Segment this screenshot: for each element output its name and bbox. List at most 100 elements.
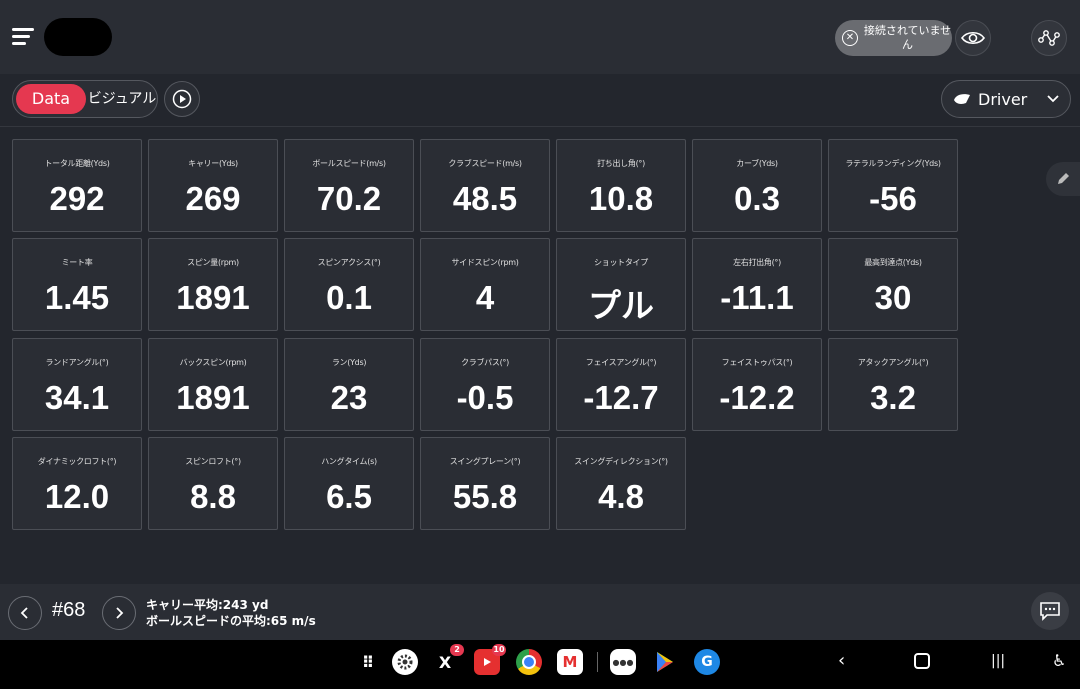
recents-nav-icon[interactable]: |||	[991, 653, 1005, 669]
metric-label: フェイストゥパス(°)	[721, 358, 793, 367]
ball-speed-average: ボールスピードの平均:65 m/s	[146, 614, 316, 628]
trajectory-icon	[1038, 30, 1060, 46]
metric-value: 8.8	[190, 478, 236, 515]
metric-value: 6.5	[326, 478, 372, 515]
metric-card[interactable]: スイングディレクション(°) 4.8	[556, 437, 686, 530]
metric-card[interactable]: ダイナミックロフト(°) 12.0	[12, 437, 142, 530]
metric-label: ラテラルランディング(Yds)	[845, 159, 941, 168]
visual-tab[interactable]: ビジュアル	[87, 81, 157, 117]
metric-value: 3.2	[870, 379, 916, 416]
home-nav-icon[interactable]	[914, 653, 930, 669]
metric-label: ダイナミックロフト(°)	[37, 457, 117, 466]
system-bar: ⠿ X2 10 M ●●● G ‹ ||| ♿	[0, 640, 1080, 689]
chevron-down-icon	[1047, 95, 1059, 103]
metric-card[interactable]: スピンアクシス(°) 0.1	[284, 238, 414, 331]
trajectory-button[interactable]	[1031, 20, 1067, 56]
metric-card[interactable]: ラテラルランディング(Yds) -56	[828, 139, 958, 232]
metric-card[interactable]: 最高到達点(Yds) 30	[828, 238, 958, 331]
metric-value: 0.1	[326, 279, 372, 316]
metric-value: 55.8	[452, 478, 518, 515]
metric-card[interactable]: スピンロフト(°) 8.8	[148, 437, 278, 530]
metric-card[interactable]: キャリー(Yds) 269	[148, 139, 278, 232]
metric-card[interactable]: 左右打出角(°) -11.1	[692, 238, 822, 331]
golf-app-icon[interactable]: ●●●	[610, 649, 636, 675]
next-shot-button[interactable]	[102, 596, 136, 630]
x-badge: 2	[450, 644, 464, 656]
metric-card[interactable]: ミート率 1.45	[12, 238, 142, 331]
metric-card[interactable]: 打ち出し角(°) 10.8	[556, 139, 686, 232]
metric-card[interactable]: サイドスピン(rpm) 4	[420, 238, 550, 331]
metric-value: 4.8	[598, 478, 644, 515]
divider	[597, 652, 598, 672]
metric-card[interactable]: クラブパス(°) -0.5	[420, 338, 550, 431]
settings-app-icon[interactable]	[392, 649, 418, 675]
x-app-icon[interactable]: X2	[432, 644, 464, 675]
metric-card[interactable]: ハングタイム(s) 6.5	[284, 437, 414, 530]
metric-label: フェイスアングル(°)	[585, 358, 657, 367]
metric-card[interactable]: バックスピン(rpm) 1891	[148, 338, 278, 431]
accessibility-icon[interactable]: ♿	[1052, 651, 1066, 670]
browser-app-icon[interactable]: G	[694, 649, 720, 675]
chrome-app-icon[interactable]	[516, 649, 542, 675]
metric-value: -12.7	[583, 379, 659, 416]
metric-label: スピンアクシス(°)	[317, 258, 381, 267]
metric-value: 269	[185, 180, 241, 217]
metric-value: 70.2	[316, 180, 382, 217]
chevron-right-icon	[116, 607, 124, 619]
close-circle-icon: ✕	[842, 30, 858, 46]
metric-label: ショットタイプ	[594, 258, 648, 267]
back-nav-icon[interactable]: ‹	[838, 650, 845, 671]
metric-card[interactable]: カーブ(Yds) 0.3	[692, 139, 822, 232]
play-store-icon[interactable]	[652, 649, 678, 675]
averages: キャリー平均:243 yd ボールスピードの平均:65 m/s	[146, 597, 316, 629]
metric-label: スイングディレクション(°)	[574, 457, 668, 466]
metric-label: クラブパス(°)	[461, 358, 509, 367]
metric-value: 292	[49, 180, 105, 217]
avatar[interactable]	[44, 18, 112, 56]
menu-icon[interactable]	[12, 28, 38, 48]
pencil-icon	[1058, 173, 1069, 184]
club-icon	[954, 94, 970, 104]
metric-value: 10.8	[588, 180, 654, 217]
metric-card[interactable]: ボールスピード(m/s) 70.2	[284, 139, 414, 232]
play-button[interactable]	[164, 81, 200, 117]
gmail-app-icon[interactable]: M	[557, 649, 583, 675]
metric-card[interactable]: ランドアングル(°) 34.1	[12, 338, 142, 431]
metric-card[interactable]: ラン(Yds) 23	[284, 338, 414, 431]
metric-label: 最高到達点(Yds)	[864, 258, 922, 267]
metric-label: ミート率	[61, 258, 93, 267]
metric-label: スピン量(rpm)	[187, 258, 239, 267]
club-label: Driver	[978, 89, 1028, 109]
metric-value: 30	[874, 279, 912, 316]
metric-card[interactable]: フェイストゥパス(°) -12.2	[692, 338, 822, 431]
edit-button[interactable]	[1046, 162, 1080, 196]
metric-value: 48.5	[452, 180, 518, 217]
apps-grid-icon[interactable]: ⠿	[355, 649, 381, 675]
chat-button[interactable]	[1031, 592, 1069, 630]
metric-label: ボールスピード(m/s)	[312, 159, 386, 168]
club-select[interactable]: Driver	[941, 80, 1071, 118]
metric-card[interactable]: フェイスアングル(°) -12.7	[556, 338, 686, 431]
metric-label: ラン(Yds)	[331, 358, 367, 367]
metric-card[interactable]: ショットタイプ プル	[556, 238, 686, 331]
toolbar: Data ビジュアル Driver	[0, 74, 1080, 127]
metric-card[interactable]: アタックアングル(°) 3.2	[828, 338, 958, 431]
data-tab[interactable]: Data	[16, 84, 86, 114]
metric-card[interactable]: トータル距離(Yds) 292	[12, 139, 142, 232]
metric-card[interactable]: スイングプレーン(°) 55.8	[420, 437, 550, 530]
view-toggle: Data ビジュアル	[12, 80, 158, 118]
metric-value: プル	[588, 287, 654, 324]
top-bar: ✕ 接続されていません	[0, 0, 1080, 74]
metric-label: トータル距離(Yds)	[44, 159, 110, 168]
prev-shot-button[interactable]	[8, 596, 42, 630]
shot-number: #68	[52, 599, 86, 621]
connection-status-text: 接続されていません	[863, 24, 952, 51]
metric-card[interactable]: スピン量(rpm) 1891	[148, 238, 278, 331]
connection-status-badge[interactable]: ✕ 接続されていません	[835, 20, 952, 56]
chevron-left-icon	[20, 607, 28, 619]
youtube-badge: 10	[492, 644, 506, 656]
youtube-app-icon[interactable]: 10	[474, 644, 506, 675]
metric-card[interactable]: クラブスピード(m/s) 48.5	[420, 139, 550, 232]
eye-button[interactable]	[955, 20, 991, 56]
carry-average: キャリー平均:243 yd	[146, 598, 269, 612]
